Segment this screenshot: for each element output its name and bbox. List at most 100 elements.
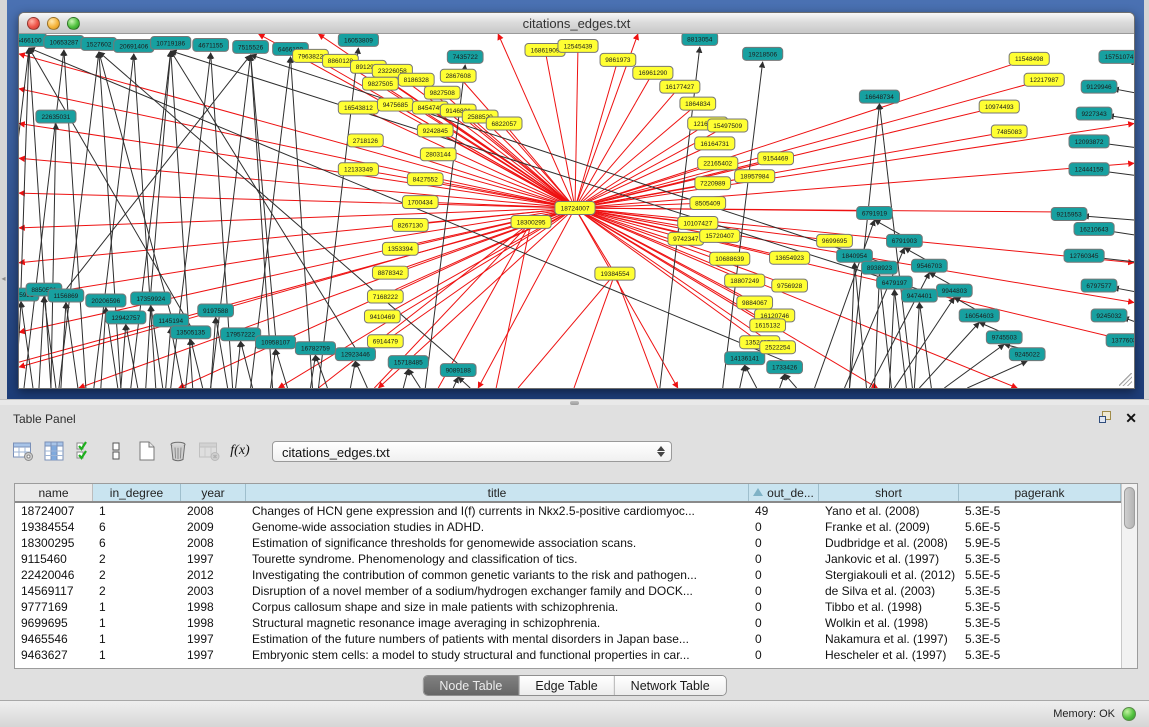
graph-node[interactable]: 6791919 (857, 207, 893, 220)
graph-node[interactable]: 10974493 (979, 100, 1019, 113)
graph-node[interactable]: 6797577 (1081, 279, 1117, 292)
graph-node[interactable]: 16961290 (633, 66, 673, 79)
graph-node[interactable]: 8427552 (407, 173, 443, 186)
table-cell[interactable]: Nakamura et al. (1997) (819, 631, 959, 647)
column-header-short[interactable]: short (819, 484, 959, 501)
table-cell[interactable]: 1 (93, 647, 181, 663)
graph-node[interactable]: 9546703 (911, 259, 947, 272)
table-cell[interactable]: Stergiakouli et al. (2012) (819, 567, 959, 583)
table-cell[interactable]: 1997 (181, 647, 246, 663)
graph-node[interactable]: 9227343 (1076, 107, 1112, 120)
function-builder-button[interactable]: f(x) (227, 438, 253, 464)
table-cell[interactable]: Wolkin et al. (1998) (819, 615, 959, 631)
graph-node[interactable]: 1700434 (402, 196, 438, 209)
graph-node[interactable]: 22165402 (698, 157, 738, 170)
graph-node[interactable]: 7485083 (991, 125, 1027, 138)
graph-node[interactable]: 16648734 (859, 90, 899, 103)
graph-node[interactable]: 19384554 (595, 267, 635, 280)
close-panel-icon[interactable]: ✕ (1125, 411, 1137, 425)
table-cell[interactable]: 14569117 (15, 583, 93, 599)
table-cell[interactable]: 1 (93, 615, 181, 631)
graph-node[interactable]: 9756928 (772, 279, 808, 292)
graph-node[interactable]: 1145194 (153, 314, 189, 327)
table-cell[interactable]: 0 (749, 631, 819, 647)
graph-node[interactable]: 12923446 (335, 348, 375, 361)
graph-node[interactable]: 6914479 (367, 335, 403, 348)
table-cell[interactable]: 18724007 (15, 503, 93, 519)
table-row[interactable]: 1872400712008Changes of HCN gene express… (15, 503, 1121, 519)
show-column-button[interactable] (41, 438, 67, 464)
table-cell[interactable]: Dudbridge et al. (2008) (819, 535, 959, 551)
graph-node[interactable]: 9245022 (1009, 348, 1045, 361)
table-cell[interactable]: 5.3E-5 (959, 647, 1121, 663)
graph-node[interactable]: 9944803 (936, 284, 972, 297)
table-row[interactable]: 1456911722003Disruption of a novel membe… (15, 583, 1121, 599)
table-cell[interactable]: 9465546 (15, 631, 93, 647)
table-cell[interactable]: Jankovic et al. (1997) (819, 551, 959, 567)
table-cell[interactable]: 1 (93, 631, 181, 647)
table-cell[interactable]: 1 (93, 599, 181, 615)
table-cell[interactable]: 6 (93, 519, 181, 535)
table-cell[interactable]: Changes of HCN gene expression and I(f) … (246, 503, 749, 519)
graph-node[interactable]: 16164731 (695, 137, 735, 150)
graph-node[interactable]: 2867608 (440, 69, 476, 82)
graph-node[interactable]: 6822057 (486, 117, 522, 130)
table-cell[interactable]: 5.3E-5 (959, 503, 1121, 519)
graph-node[interactable]: 16210643 (1074, 222, 1114, 235)
graph-node[interactable]: 17957222 (221, 328, 261, 341)
column-header-year[interactable]: year (181, 484, 246, 501)
table-row[interactable]: 946554611997Estimation of the future num… (15, 631, 1121, 647)
table-row[interactable]: 977716911998Corpus callosum shape and si… (15, 599, 1121, 615)
graph-node[interactable]: 9827508 (424, 86, 460, 99)
graph-node[interactable]: 6466100 (19, 34, 47, 46)
graph-node[interactable]: 9154469 (758, 152, 794, 165)
table-row[interactable]: 911546021997Tourette syndrome. Phenomeno… (15, 551, 1121, 567)
graph-node[interactable]: 10719186 (151, 36, 191, 49)
table-cell[interactable]: 5.9E-5 (959, 535, 1121, 551)
graph-node[interactable]: 2522254 (760, 341, 796, 354)
float-panel-icon[interactable] (1099, 411, 1113, 425)
table-vertical-scrollbar[interactable] (1121, 484, 1137, 668)
table-cell[interactable]: 0 (749, 519, 819, 535)
table-cell[interactable]: 5.3E-5 (959, 551, 1121, 567)
network-canvas[interactable]: 6466100106532871527602206914061071918646… (19, 34, 1134, 388)
graph-node[interactable]: 9410469 (364, 310, 400, 323)
graph-node[interactable]: 7168222 (367, 290, 403, 303)
table-cell[interactable]: Tibbo et al. (1998) (819, 599, 959, 615)
table-cell[interactable]: 0 (749, 551, 819, 567)
table-cell[interactable]: 18300295 (15, 535, 93, 551)
graph-node[interactable]: 15720407 (700, 229, 740, 242)
graph-node[interactable]: 20206596 (86, 294, 126, 307)
graph-node[interactable]: 18300295 (511, 215, 551, 228)
table-cell[interactable]: Estimation of the future numbers of pati… (246, 631, 749, 647)
table-cell[interactable]: Corpus callosum shape and size in male p… (246, 599, 749, 615)
graph-node[interactable]: 8267130 (392, 218, 428, 231)
graph-node[interactable]: 16054603 (959, 309, 999, 322)
table-cell[interactable]: 9699695 (15, 615, 93, 631)
table-cell[interactable]: 1998 (181, 615, 246, 631)
graph-node[interactable]: 10958107 (255, 336, 295, 349)
delete-column-button[interactable] (165, 438, 191, 464)
graph-node[interactable]: 8505409 (690, 197, 726, 210)
graph-node[interactable]: 12545439 (558, 39, 598, 52)
graph-node[interactable]: 13654923 (770, 251, 810, 264)
network-graph[interactable]: 6466100106532871527602206914061071918646… (19, 34, 1134, 388)
table-cell[interactable]: 5.3E-5 (959, 615, 1121, 631)
graph-node[interactable]: 1377603 (1106, 334, 1134, 347)
table-cell[interactable]: 22420046 (15, 567, 93, 583)
window-resize-grip[interactable] (1119, 373, 1132, 386)
table-cell[interactable]: 9463627 (15, 647, 93, 663)
window-titlebar[interactable]: citations_edges.txt (19, 13, 1134, 34)
table-chooser-dropdown[interactable]: citations_edges.txt (272, 441, 672, 462)
table-cell[interactable]: 9777169 (15, 599, 93, 615)
table-cell[interactable]: Estimation of significance thresholds fo… (246, 535, 749, 551)
graph-node[interactable]: 1864834 (680, 97, 716, 110)
graph-node[interactable]: 12942757 (106, 311, 146, 324)
graph-node[interactable]: 9242845 (417, 124, 453, 137)
column-header-outde[interactable]: out_de... (749, 484, 819, 501)
table-cell[interactable]: 2 (93, 551, 181, 567)
table-cell[interactable]: 0 (749, 583, 819, 599)
table-cell[interactable]: 0 (749, 535, 819, 551)
graph-node[interactable]: 11548498 (1009, 52, 1049, 65)
graph-node[interactable]: 9699695 (817, 234, 853, 247)
